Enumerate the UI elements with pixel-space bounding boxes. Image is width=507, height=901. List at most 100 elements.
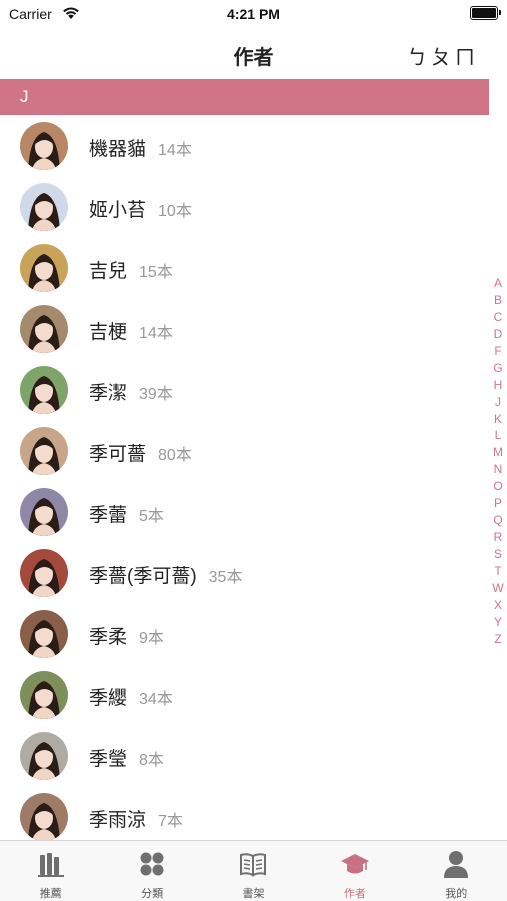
author-name-text: 姬小苔 [89,200,147,221]
index-letter[interactable]: J [490,394,506,411]
author-name-text: 季薔(季可薔) [89,566,197,587]
avatar [20,732,68,780]
author-row[interactable]: 季柔 9本 [0,603,489,664]
bopomofo-index-button[interactable]: ㄅㄆㄇ [407,41,479,70]
author-row[interactable]: 機器貓 14本 [0,115,489,176]
index-letter[interactable]: Y [490,614,506,631]
author-name-text: 季柔 [89,627,128,648]
index-letter[interactable]: B [490,292,506,309]
author-name: 吉梗 14本 [89,317,173,344]
avatar [20,305,68,353]
author-name: 姬小苔 10本 [89,195,192,222]
tab-bar: 推薦 分類 書架 作者 我的 [0,840,507,901]
tab-category[interactable]: 分類 [101,841,202,901]
avatar [20,793,68,840]
tab-label: 分類 [141,888,164,900]
index-letter[interactable]: W [490,580,506,597]
avatar [20,488,68,536]
author-row[interactable]: 季雨涼 7本 [0,786,489,840]
person-icon [444,851,469,878]
author-row[interactable]: 季潔 39本 [0,359,489,420]
author-name: 季柔 9本 [89,622,164,649]
author-name-text: 季纓 [89,688,128,709]
avatar [20,610,68,658]
navigation-bar: 作者 ㄅㄆㄇ [0,30,507,76]
avatar [20,244,68,292]
index-letter[interactable]: F [490,343,506,360]
avatar [20,183,68,231]
section-header: J [0,79,489,115]
author-list[interactable]: 機器貓 14本 姬小苔 10本 吉兒 15本 吉梗 14本 季潔 39本 季可薔 80本 季蕾 5本 季薔(… [0,115,489,840]
index-letter[interactable]: R [490,529,506,546]
book-count: 8本 [139,752,164,769]
index-letter[interactable]: X [490,597,506,614]
author-name: 機器貓 14本 [89,134,192,161]
tab-recommend[interactable]: 推薦 [0,841,101,901]
book-count: 10本 [158,203,192,220]
author-name-text: 吉梗 [89,322,128,343]
author-row[interactable]: 姬小苔 10本 [0,176,489,237]
tab-bookshelf[interactable]: 書架 [203,841,304,901]
author-row[interactable]: 季薔(季可薔) 35本 [0,542,489,603]
avatar [20,122,68,170]
book-count: 39本 [139,386,173,403]
author-name: 季雨涼 7本 [89,805,183,832]
index-letter[interactable]: H [490,377,506,394]
open-book-icon [240,853,267,877]
avatar [20,549,68,597]
author-row[interactable]: 季瑩 8本 [0,725,489,786]
book-count: 80本 [158,447,192,464]
author-row[interactable]: 吉梗 14本 [0,298,489,359]
book-count: 15本 [139,264,173,281]
status-bar: Carrier 4:21 PM [0,0,507,30]
author-row[interactable]: 吉兒 15本 [0,237,489,298]
author-name: 季瑩 8本 [89,744,164,771]
author-name: 季可薔 80本 [89,439,192,466]
tab-label: 書架 [242,888,265,900]
author-name: 吉兒 15本 [89,256,173,283]
book-count: 9本 [139,630,164,647]
index-letter[interactable]: P [490,495,506,512]
book-count: 14本 [139,325,173,342]
index-letter[interactable]: S [490,546,506,563]
index-letter[interactable]: Z [490,631,506,648]
index-letter[interactable]: Q [490,512,506,529]
index-letter[interactable]: K [490,411,506,428]
author-row[interactable]: 季纓 34本 [0,664,489,725]
tab-label: 我的 [445,888,468,900]
graduation-cap-icon [340,854,369,874]
index-letter[interactable]: M [490,444,506,461]
index-letter[interactable]: L [490,427,506,444]
avatar [20,427,68,475]
section-letter: J [20,87,29,106]
avatar [20,366,68,414]
index-letter[interactable]: D [490,326,506,343]
author-row[interactable]: 季蕾 5本 [0,481,489,542]
author-name-text: 季蕾 [89,505,128,526]
index-letter[interactable]: C [490,309,506,326]
index-letter[interactable]: A [490,275,506,292]
clock: 4:21 PM [227,6,280,22]
author-name-text: 季潔 [89,383,128,404]
tab-label: 作者 [343,888,366,900]
index-letter[interactable]: N [490,461,506,478]
author-name-text: 季可薔 [89,444,147,465]
tab-mine[interactable]: 我的 [406,841,507,901]
author-row[interactable]: 季可薔 80本 [0,420,489,481]
index-letter[interactable]: G [490,360,506,377]
index-letter[interactable]: T [490,563,506,580]
book-count: 14本 [158,142,192,159]
author-name: 季潔 39本 [89,378,173,405]
author-name-text: 季雨涼 [89,810,147,831]
book-count: 7本 [158,813,183,830]
author-name-text: 吉兒 [89,261,128,282]
author-name-text: 機器貓 [89,139,147,160]
book-count: 35本 [208,569,243,586]
index-letter[interactable]: O [490,478,506,495]
tab-author[interactable]: 作者 [304,841,405,901]
tab-label: 推薦 [39,888,62,900]
alphabet-index[interactable]: ABCDFGHJKLMNOPQRSTWXYZ [490,275,506,648]
book-count: 34本 [139,691,173,708]
author-name: 季蕾 5本 [89,500,164,527]
author-name: 季薔(季可薔) 35本 [89,561,242,588]
